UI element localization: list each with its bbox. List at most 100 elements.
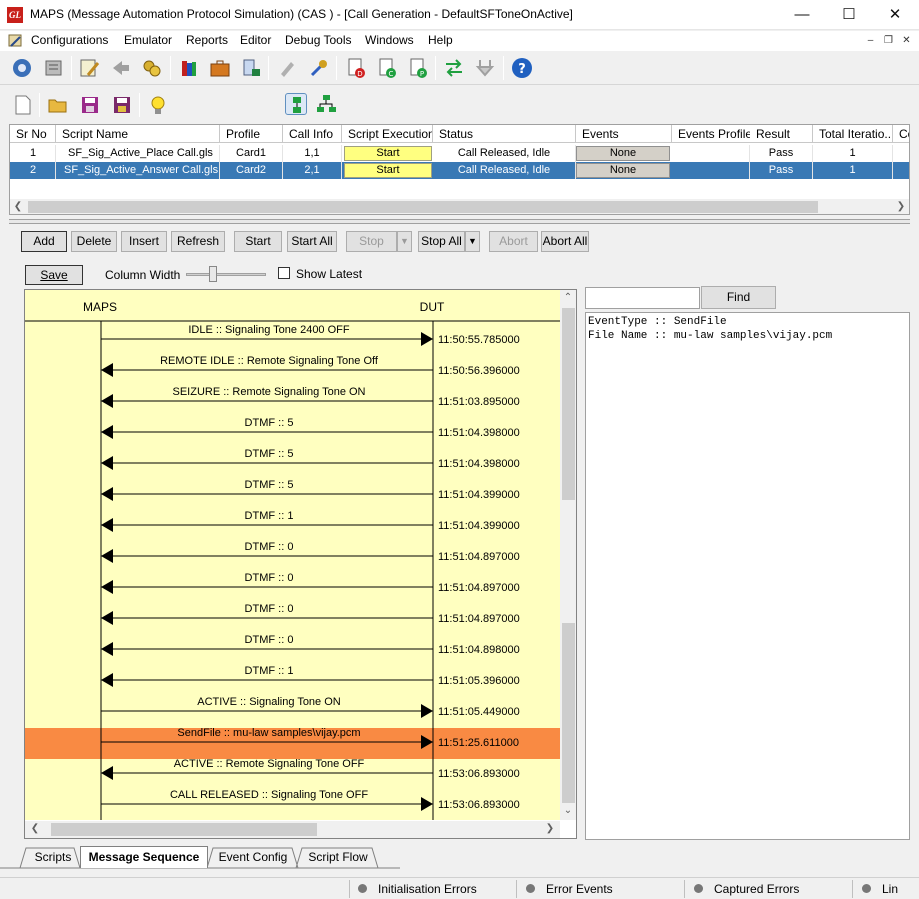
- lightbulb-icon[interactable]: [147, 94, 169, 116]
- menu-bar: Configurations Emulator Reports Editor D…: [0, 31, 919, 51]
- app-menu-icon[interactable]: [8, 33, 24, 49]
- start-all-button[interactable]: Start All: [287, 231, 337, 252]
- tab-event-config[interactable]: Event Config: [214, 847, 292, 867]
- maximize-button[interactable]: ☐: [826, 0, 872, 30]
- stop-all-dropdown-icon[interactable]: ▼: [465, 231, 480, 252]
- scroll-up-icon[interactable]: ⌃: [560, 290, 576, 306]
- stop-dropdown-icon[interactable]: ▼: [397, 231, 412, 252]
- coins-icon[interactable]: [141, 57, 163, 79]
- briefcase-icon[interactable]: [209, 57, 231, 79]
- col-header-events[interactable]: Events: [576, 125, 672, 143]
- cell-profile: Card1: [220, 145, 283, 162]
- doc-d-icon[interactable]: D: [345, 57, 367, 79]
- col-header-sr-no[interactable]: Sr No: [10, 125, 56, 143]
- delete-button[interactable]: Delete: [71, 231, 117, 252]
- doc-c-icon[interactable]: C: [376, 57, 398, 79]
- save-as-icon[interactable]: [111, 94, 133, 116]
- col-header-total-iterations[interactable]: Total Iteratio...: [813, 125, 893, 143]
- table-row-selected[interactable]: 2 SF_Sig_Active_Answer Call.gls Card2 2,…: [10, 162, 909, 179]
- scroll-left-icon[interactable]: ❮: [10, 199, 26, 214]
- script-start-button[interactable]: Start: [344, 146, 432, 161]
- scroll-left-icon[interactable]: ❮: [27, 821, 43, 837]
- message-label: REMOTE IDLE :: Remote Signaling Tone Off: [160, 355, 379, 367]
- status-lin[interactable]: Lin: [862, 881, 898, 898]
- column-width-label: Column Width: [105, 268, 181, 282]
- minimize-button[interactable]: —: [779, 0, 825, 30]
- menu-debug-tools[interactable]: Debug Tools: [285, 33, 352, 47]
- col-header-call-info[interactable]: Call Info: [283, 125, 342, 143]
- column-width-slider-thumb[interactable]: [209, 266, 217, 282]
- mdi-restore-icon[interactable]: ❐: [881, 34, 896, 48]
- edit-script-icon[interactable]: [79, 57, 101, 79]
- stop-button[interactable]: Stop: [346, 231, 397, 252]
- close-button[interactable]: ✕: [872, 0, 918, 30]
- grid-horizontal-scrollbar[interactable]: ❮ ❯: [10, 199, 909, 214]
- books-icon[interactable]: [178, 57, 200, 79]
- gray-arrow-icon[interactable]: [110, 57, 132, 79]
- status-error-events[interactable]: Error Events: [526, 881, 613, 898]
- scroll-right-icon[interactable]: ❯: [542, 821, 558, 837]
- new-file-icon[interactable]: [12, 94, 34, 116]
- disconnect-icon[interactable]: [474, 57, 496, 79]
- menu-windows[interactable]: Windows: [365, 33, 414, 47]
- sequence-horizontal-thumb[interactable]: [51, 823, 317, 836]
- help-icon[interactable]: ?: [511, 57, 533, 79]
- save-icon[interactable]: [79, 94, 101, 116]
- vertical-layout-icon[interactable]: [285, 93, 307, 115]
- start-button[interactable]: Start: [234, 231, 282, 252]
- status-captured-errors[interactable]: Captured Errors: [694, 881, 799, 898]
- script-start-button[interactable]: Start: [344, 163, 432, 178]
- table-row[interactable]: 1 SF_Sig_Active_Place Call.gls Card1 1,1…: [10, 145, 909, 162]
- tab-scripts[interactable]: Scripts: [30, 847, 76, 867]
- menu-reports[interactable]: Reports: [186, 33, 228, 47]
- menu-emulator[interactable]: Emulator: [124, 33, 172, 47]
- disabled-edit-icon[interactable]: [276, 57, 298, 79]
- status-initialisation-errors[interactable]: Initialisation Errors: [358, 881, 477, 898]
- menu-configurations[interactable]: Configurations: [31, 33, 108, 47]
- events-button[interactable]: None: [576, 163, 670, 178]
- gear-icon[interactable]: [11, 57, 33, 79]
- refresh-button[interactable]: Refresh: [171, 231, 225, 252]
- tools-icon[interactable]: [308, 57, 330, 79]
- cell-script-name: SF_Sig_Active_Answer Call.gls: [56, 162, 220, 179]
- col-header-status[interactable]: Status: [433, 125, 576, 143]
- sequence-diagram[interactable]: MAPS DUT IDLE :: Signaling Tone 2400 OFF…: [25, 290, 560, 820]
- find-button[interactable]: Find: [701, 286, 776, 309]
- scripts-grid: Sr No Script Name Profile Call Info Scri…: [9, 124, 910, 215]
- menu-editor[interactable]: Editor: [240, 33, 271, 47]
- tab-message-sequence[interactable]: Message Sequence: [80, 846, 208, 868]
- abort-button[interactable]: Abort: [489, 231, 538, 252]
- doc-p-icon[interactable]: P: [407, 57, 429, 79]
- lock-user-icon[interactable]: [240, 57, 262, 79]
- col-header-co[interactable]: Co: [893, 125, 909, 143]
- col-header-script-execution[interactable]: Script Execution: [342, 125, 433, 143]
- stop-all-button[interactable]: Stop All: [418, 231, 465, 252]
- menu-help[interactable]: Help: [428, 33, 453, 47]
- save-button[interactable]: Save: [25, 265, 83, 285]
- open-folder-icon[interactable]: [47, 94, 69, 116]
- panel-splitter[interactable]: [9, 219, 910, 224]
- tree-layout-icon[interactable]: [315, 93, 337, 115]
- insert-button[interactable]: Insert: [121, 231, 167, 252]
- transfer-arrows-icon[interactable]: [443, 57, 465, 79]
- abort-all-button[interactable]: Abort All: [541, 231, 589, 252]
- scroll-right-icon[interactable]: ❯: [893, 199, 909, 214]
- message-arrowhead-icon: [101, 580, 113, 594]
- scroll-down-icon[interactable]: ⌄: [560, 803, 576, 819]
- col-header-profile[interactable]: Profile: [220, 125, 283, 143]
- sequence-scroll-thumb-lower[interactable]: [562, 623, 575, 803]
- add-button[interactable]: Add: [21, 231, 67, 252]
- events-button[interactable]: None: [576, 146, 670, 161]
- grid-scroll-thumb[interactable]: [28, 201, 818, 213]
- mdi-close-icon[interactable]: ✕: [899, 34, 914, 48]
- mdi-minimize-icon[interactable]: –: [863, 34, 878, 48]
- col-header-result[interactable]: Result: [750, 125, 813, 143]
- tab-script-flow[interactable]: Script Flow: [302, 847, 374, 867]
- find-input[interactable]: [585, 287, 700, 309]
- column-width-slider[interactable]: [186, 273, 266, 276]
- col-header-script-name[interactable]: Script Name: [56, 125, 220, 143]
- sequence-scroll-thumb[interactable]: [562, 308, 575, 500]
- document-stack-icon[interactable]: [43, 57, 65, 79]
- cell-total: 1: [813, 162, 893, 179]
- show-latest-checkbox[interactable]: [278, 267, 290, 279]
